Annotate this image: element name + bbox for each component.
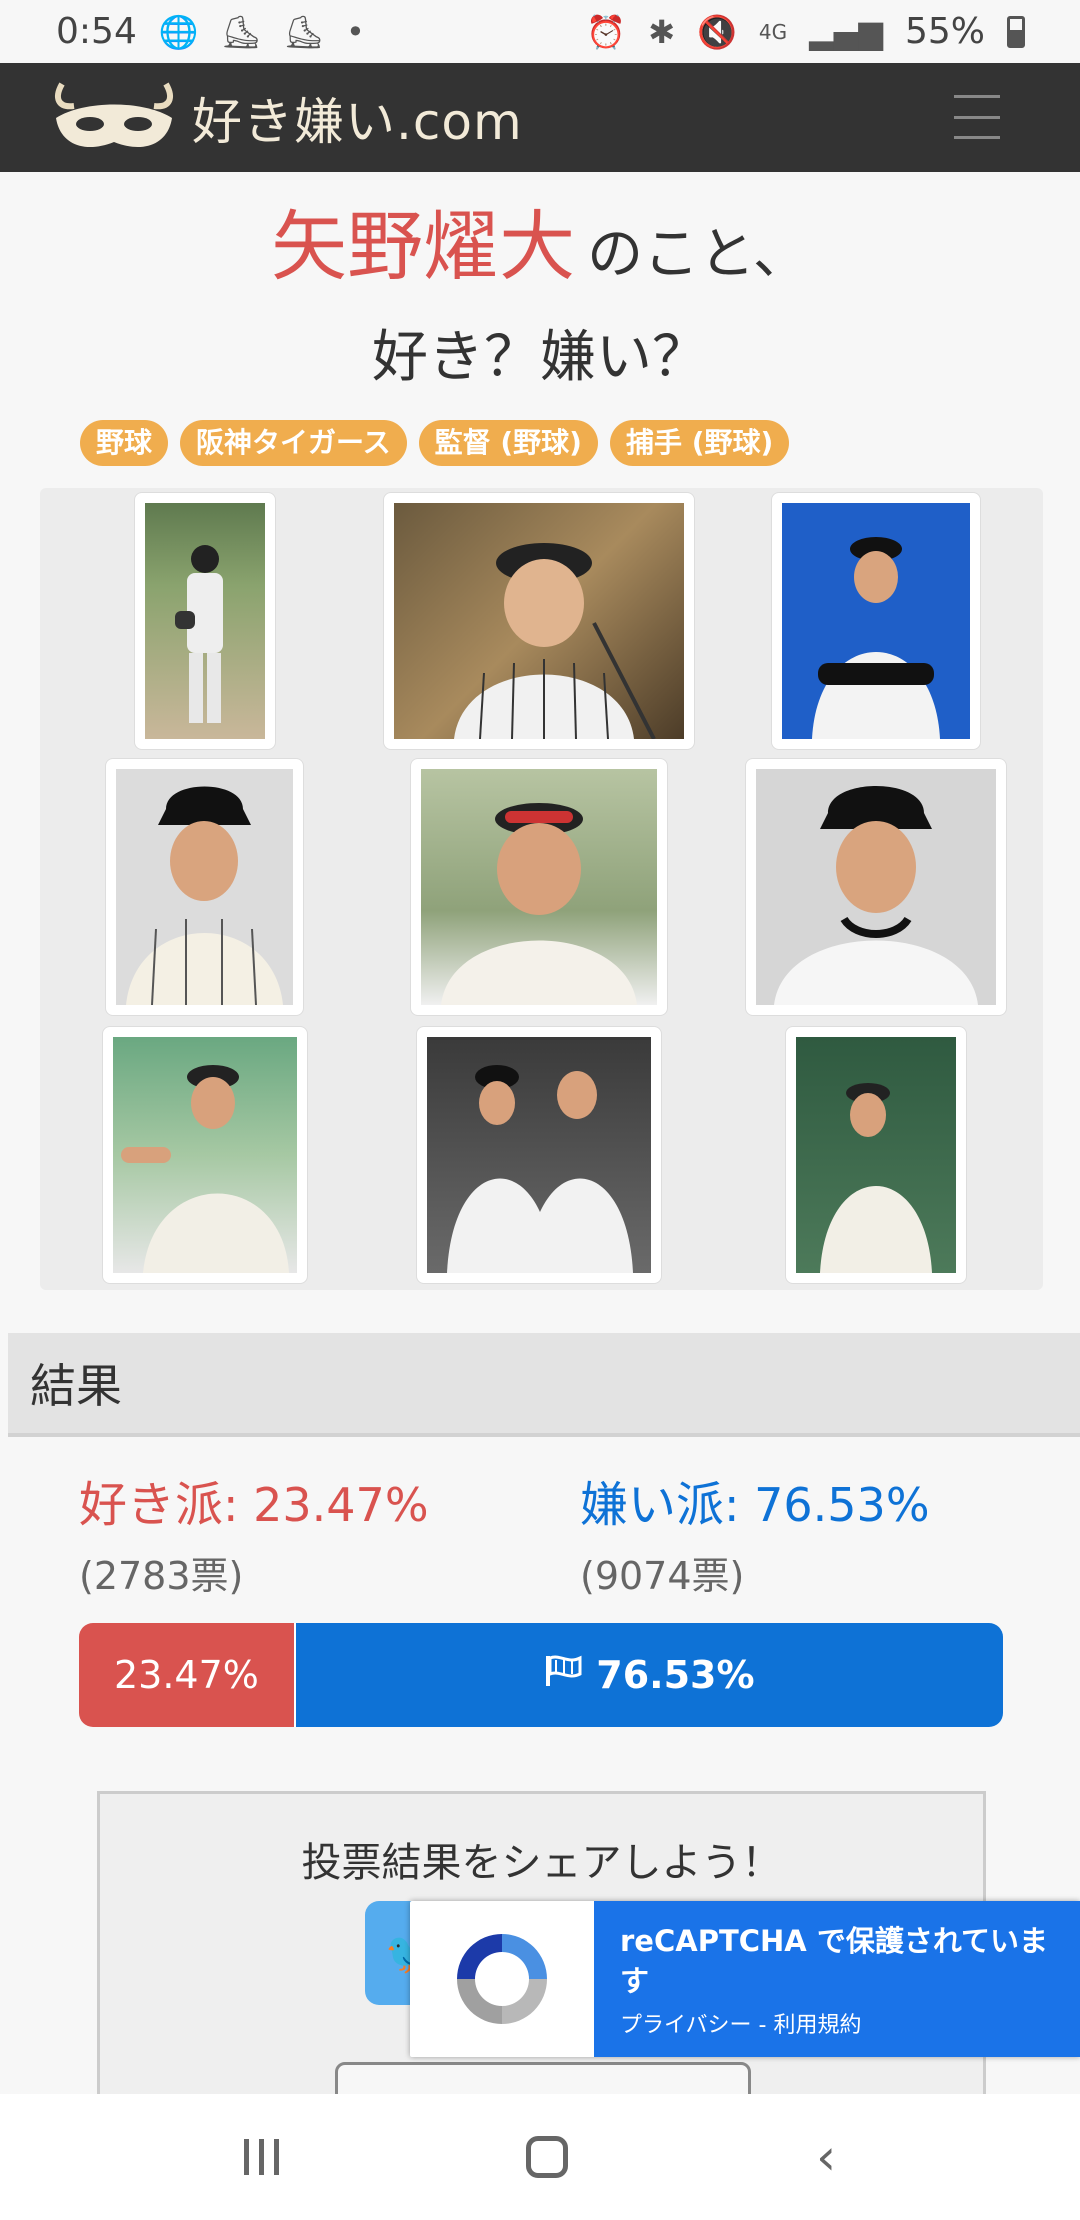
- recaptcha-badge[interactable]: reCAPTCHA で保護されています プライバシー - 利用規約: [410, 1901, 1080, 2057]
- recaptcha-title: reCAPTCHA で保護されています: [620, 1924, 1048, 1998]
- dislike-votes: (9074票): [580, 1554, 745, 1598]
- page-title: 矢野燿大 のこと、: [0, 185, 1080, 295]
- mute-icon: 🔇: [697, 12, 737, 51]
- like-label: 好き派: [79, 1477, 224, 1533]
- app-icon: ⛸: [220, 12, 262, 51]
- dislike-percentage: 嫌い派: 76.53%: [580, 1465, 930, 1535]
- recaptcha-logo-icon: [410, 1901, 594, 2057]
- app-icon: ⛸: [283, 12, 324, 51]
- status-bar-right: ⏰ ✱ 🔇 4G ▂▄▆ 55%: [586, 11, 1025, 52]
- gallery-photo[interactable]: [745, 758, 1007, 1016]
- page-question: 好き？嫌い？: [372, 325, 708, 390]
- status-bar: 0:54 🌐 ⛸ ⛸ • ⏰ ✱ 🔇 4G ▂▄▆ 55%: [0, 0, 1080, 63]
- status-time: 0:54: [56, 11, 137, 52]
- bar-like-segment: 23.47%: [79, 1623, 296, 1727]
- share-title: 投票結果をシェアしよう！: [301, 1840, 782, 1886]
- mask-logo-icon[interactable]: [44, 78, 184, 158]
- title-suffix: のこと、: [587, 222, 809, 287]
- site-header: 好き嫌い.com: [0, 63, 1080, 172]
- gallery-photo[interactable]: [785, 1026, 967, 1284]
- like-percent-value: : 23.47%: [223, 1478, 429, 1532]
- bar-like-text: 23.47%: [113, 1653, 259, 1697]
- battery-icon: [1007, 15, 1025, 48]
- flag-icon: [544, 1653, 584, 1697]
- tag-baseball[interactable]: 野球: [80, 420, 169, 466]
- dot-icon: •: [345, 12, 365, 51]
- dislike-label: 嫌い派: [580, 1477, 725, 1533]
- photo-gallery: [40, 488, 1043, 1290]
- gallery-photo[interactable]: [105, 758, 304, 1016]
- gallery-photo[interactable]: [383, 492, 695, 750]
- home-icon[interactable]: [526, 2136, 569, 2178]
- gallery-photo[interactable]: [410, 758, 668, 1016]
- gallery-photo[interactable]: [102, 1026, 308, 1284]
- bar-dislike-text: 76.53%: [596, 1653, 755, 1697]
- globe-icon: 🌐: [158, 12, 199, 51]
- alarm-icon: ⏰: [586, 12, 627, 51]
- status-bar-left: 0:54 🌐 ⛸ ⛸ •: [56, 11, 365, 52]
- gallery-photo[interactable]: [416, 1026, 662, 1284]
- gallery-photo[interactable]: [771, 492, 981, 750]
- like-percentage: 好き派: 23.47%: [79, 1465, 429, 1535]
- tag-manager[interactable]: 監督 (野球): [418, 420, 598, 466]
- gallery-photo[interactable]: [134, 492, 276, 750]
- like-votes: (2783票): [79, 1554, 244, 1598]
- battery-percent: 55%: [904, 11, 985, 52]
- dislike-percent-value: : 76.53%: [724, 1478, 930, 1532]
- tag-catcher[interactable]: 捕手 (野球): [609, 420, 790, 466]
- hamburger-menu-icon[interactable]: [954, 95, 1000, 139]
- person-name: 矢野燿大: [271, 202, 576, 291]
- recaptcha-links[interactable]: プライバシー - 利用規約: [620, 2007, 1054, 2039]
- android-navigation-bar: ‹: [0, 2094, 1080, 2220]
- site-logo-text[interactable]: 好き嫌い.com: [192, 82, 523, 154]
- bluetooth-icon: ✱: [648, 12, 676, 51]
- signal-icon: ▂▄▆: [809, 12, 883, 51]
- back-icon[interactable]: ‹: [816, 2128, 836, 2186]
- 4g-icon: 4G: [758, 19, 788, 44]
- result-progress-bar: 23.47% 76.53%: [79, 1623, 1003, 1727]
- results-heading: 結果: [8, 1333, 1080, 1437]
- recent-apps-icon[interactable]: [243, 2139, 279, 2175]
- recaptcha-text: reCAPTCHA で保護されています プライバシー - 利用規約: [594, 1901, 1080, 2057]
- tag-list: 野球 阪神タイガース 監督 (野球) 捕手 (野球): [80, 420, 790, 466]
- bar-dislike-segment: 76.53%: [295, 1623, 1003, 1727]
- tag-hanshin-tigers[interactable]: 阪神タイガース: [180, 420, 407, 466]
